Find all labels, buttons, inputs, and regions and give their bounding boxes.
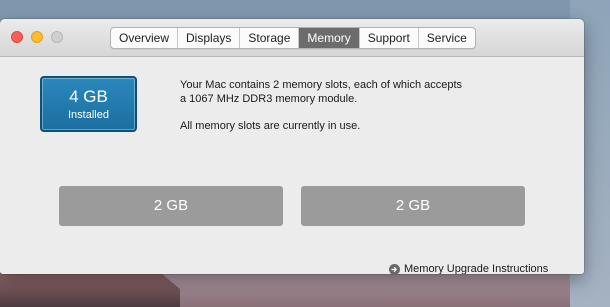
memory-panel: 4 GB Installed Your Mac contains 2 memor… [0,57,584,274]
tab-displays[interactable]: Displays [178,28,241,48]
tab-support[interactable]: Support [360,28,419,48]
about-this-mac-window: Overview Displays Storage Memory Support… [0,19,584,274]
tab-overview[interactable]: Overview [111,28,179,48]
tab-storage[interactable]: Storage [240,28,300,48]
memory-upgrade-instructions-label: Memory Upgrade Instructions [404,263,549,274]
installed-memory-label: Installed [68,109,109,121]
memory-slot-status: All memory slots are currently in use. [180,120,361,132]
tab-memory[interactable]: Memory [299,28,360,48]
tab-service[interactable]: Service [419,28,475,48]
memory-description-line1: Your Mac contains 2 memory slots, each o… [180,79,463,91]
memory-description: Your Mac contains 2 memory slots, each o… [180,78,520,133]
close-window-button[interactable] [11,31,23,43]
minimize-window-button[interactable] [31,31,43,43]
memory-slot-2: 2 GB [301,186,525,226]
window-titlebar: Overview Displays Storage Memory Support… [0,19,584,57]
memory-description-line2: a 1067 MHz DDR3 memory module. [180,93,358,105]
memory-upgrade-instructions-link[interactable]: Memory Upgrade Instructions [389,263,548,274]
installed-memory-badge: 4 GB Installed [40,76,137,132]
arrow-circle-right-icon [389,263,400,274]
installed-memory-amount: 4 GB [69,87,108,106]
tab-bar: Overview Displays Storage Memory Support… [110,27,476,49]
zoom-window-button[interactable] [51,31,63,43]
memory-slot-1: 2 GB [59,186,283,226]
